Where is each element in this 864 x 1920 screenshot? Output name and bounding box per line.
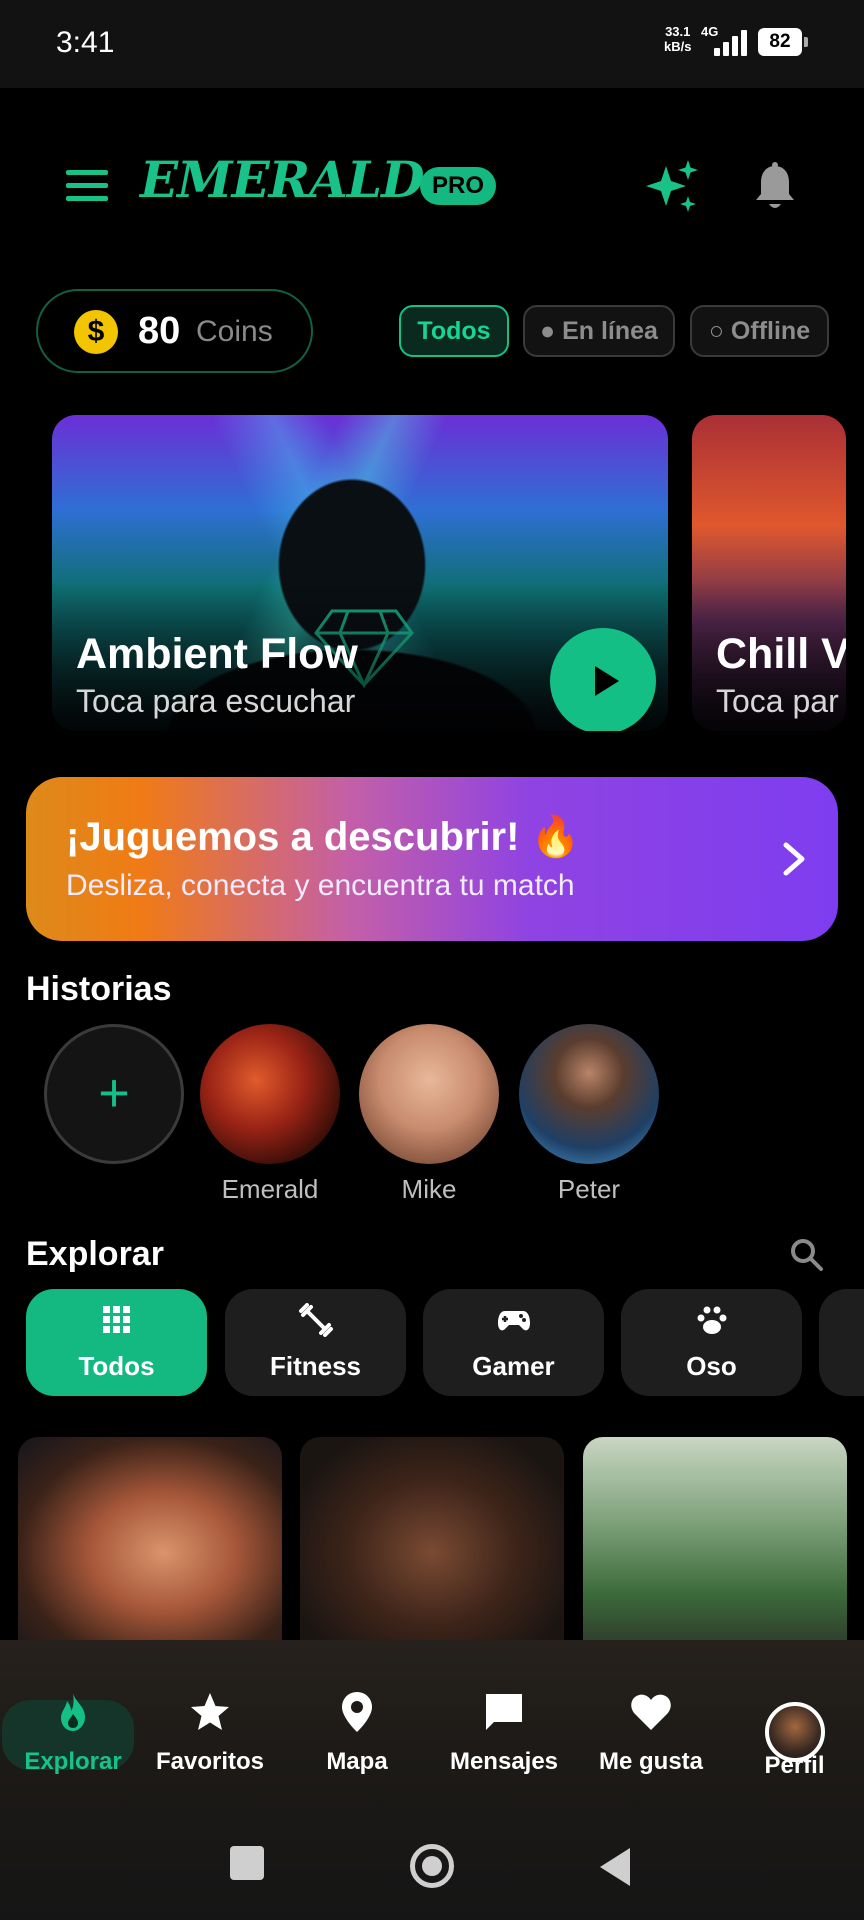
category-label: Gamer (472, 1351, 555, 1381)
nav-messages[interactable]: Mensajes (431, 1668, 577, 1788)
discover-banner[interactable]: ¡Juguemos a descubrir! 🔥 Desliza, conect… (26, 777, 838, 941)
category-label: Fitness (269, 1351, 362, 1381)
nav-label: Perfil (764, 1752, 825, 1779)
story-avatar-mike[interactable] (359, 1024, 499, 1164)
flame-icon (61, 1693, 85, 1731)
nav-label: Mapa (326, 1748, 388, 1775)
story-name: Peter (557, 1174, 621, 1204)
card-title: Ambient Flow (76, 630, 358, 678)
card-title: Chill Vi (716, 630, 846, 678)
category-more[interactable] (819, 1289, 864, 1396)
filter-offline[interactable]: ○ Offline (690, 305, 829, 357)
network-speed-unit: kB/s (664, 39, 692, 54)
grid-icon (103, 1306, 130, 1333)
nav-explore[interactable]: Explorar (0, 1668, 146, 1788)
nav-map[interactable]: Mapa (284, 1668, 430, 1788)
banner-subtitle: Desliza, conecta y encuentra tu match (66, 869, 575, 902)
profile-card[interactable] (18, 1437, 282, 1647)
coins-value: 80 (138, 310, 181, 352)
coins-label: Coins (196, 315, 273, 348)
dumbbell-icon (299, 1303, 333, 1337)
battery-icon: 82 (758, 28, 808, 56)
heart-icon (631, 1694, 671, 1730)
music-card-ambient-flow[interactable]: Ambient Flow Toca para escuchar (52, 415, 668, 731)
nav-label: Explorar (24, 1748, 122, 1775)
recent-apps-button[interactable] (230, 1846, 264, 1880)
stories-title: Historias (26, 970, 172, 1008)
profile-card[interactable] (300, 1437, 564, 1647)
card-subtitle: Toca para escuchar (76, 683, 356, 719)
search-icon[interactable] (790, 1238, 824, 1272)
nav-label: Favoritos (155, 1748, 265, 1775)
home-button[interactable] (410, 1844, 454, 1888)
star-icon (191, 1693, 229, 1730)
card-subtitle: Toca par (716, 683, 839, 719)
story-name: Emerald (221, 1174, 319, 1204)
nav-label: Mensajes (449, 1748, 559, 1775)
music-card-chill[interactable]: Chill Vi Toca par (692, 415, 846, 731)
coin-icon: $ (74, 310, 118, 354)
chat-icon (486, 1694, 522, 1730)
category-all[interactable]: Todos (26, 1289, 207, 1396)
nav-profile[interactable]: Perfil (725, 1668, 864, 1788)
explore-title: Explorar (26, 1235, 164, 1273)
status-bar: 3:41 33.1 kB/s 4G 82 (0, 0, 864, 88)
coins-balance[interactable]: $ 80 Coins (36, 289, 313, 373)
story-name: Mike (401, 1174, 457, 1204)
back-button[interactable] (600, 1848, 630, 1886)
add-story-button[interactable]: + (44, 1024, 184, 1164)
plus-icon: + (98, 1062, 130, 1123)
app-logo: EMERALD (140, 150, 424, 209)
signal-icon (714, 30, 750, 56)
map-pin-icon (342, 1692, 372, 1732)
filter-online[interactable]: ● En línea (523, 305, 675, 357)
bell-icon[interactable] (752, 162, 798, 212)
category-label: Todos (78, 1351, 155, 1381)
category-fitness[interactable]: Fitness (225, 1289, 406, 1396)
category-gamer[interactable]: Gamer (423, 1289, 604, 1396)
network-speed-value: 33.1 (665, 24, 691, 39)
sparkle-icon[interactable] (644, 158, 700, 214)
filter-all[interactable]: Todos (399, 305, 509, 357)
paw-icon (697, 1306, 727, 1334)
category-label: Oso (686, 1351, 737, 1381)
status-time: 3:41 (56, 26, 115, 59)
profile-card[interactable] (583, 1437, 847, 1647)
category-oso[interactable]: Oso (621, 1289, 802, 1396)
pro-badge: PRO (420, 167, 496, 205)
story-avatar-emerald[interactable] (200, 1024, 340, 1164)
story-avatar-peter[interactable] (519, 1024, 659, 1164)
chevron-right-icon (783, 842, 805, 876)
nav-likes[interactable]: Me gusta (578, 1668, 724, 1788)
nav-favorites[interactable]: Favoritos (137, 1668, 283, 1788)
play-button[interactable] (550, 628, 656, 731)
network-speed: 33.1 kB/s (664, 24, 691, 54)
menu-icon[interactable] (66, 170, 108, 202)
gamepad-icon (498, 1311, 530, 1331)
banner-title: ¡Juguemos a descubrir! 🔥 (66, 815, 581, 859)
nav-label: Me gusta (598, 1748, 703, 1775)
